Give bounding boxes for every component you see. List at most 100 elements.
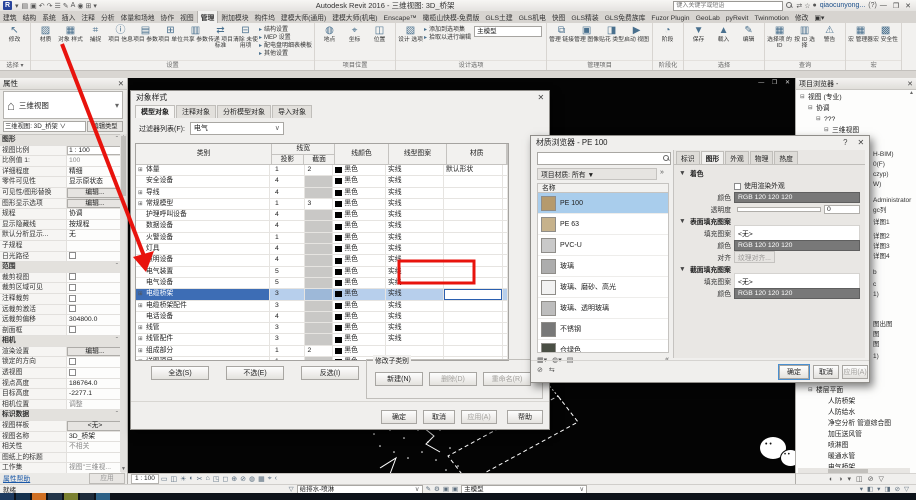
material-property-row[interactable]: 颜色 RGB 120 120 120 <box>674 287 865 299</box>
help-menu[interactable]: (?) <box>868 2 877 9</box>
view-control-icon[interactable]: ▭ <box>161 475 168 483</box>
material-property-row[interactable]: 颜色 RGB 120 120 120 <box>674 191 865 203</box>
material-property-row[interactable]: 使用渲染外观 <box>674 179 865 191</box>
material-list-item[interactable]: 不锈钢 <box>538 319 668 340</box>
view-control-icon[interactable]: ◳ <box>213 475 220 483</box>
material-cell[interactable] <box>444 188 503 198</box>
toolbar-icon[interactable]: ◑ <box>838 476 842 483</box>
property-row[interactable]: 视图样板 <无> <box>0 421 121 432</box>
help-search-input[interactable] <box>673 1 783 11</box>
ribbon-button[interactable]: ▦ 选择项 的 ID <box>767 24 792 49</box>
expand-icon[interactable]: ⊞ <box>138 255 146 265</box>
property-row[interactable]: 图形 <box>0 135 121 146</box>
view-selector[interactable]: 三维视图: 3D_桥架 ∨ <box>3 121 86 132</box>
filter-dropdown[interactable]: 电气∨ <box>190 122 284 135</box>
material-browser-titlebar[interactable]: 材质浏览器 - PE 100 ? ✕ <box>531 136 869 149</box>
status-bar-icon[interactable]: ✎ <box>426 485 431 493</box>
ribbon-tab[interactable]: 注释 <box>78 11 98 23</box>
view-control-icon[interactable]: ‹ <box>275 475 277 483</box>
object-style-row[interactable]: 安全设备 4 黑色 实线 <box>136 176 508 187</box>
property-row[interactable]: 比例值 1: 100 <box>0 156 121 167</box>
expand-icon[interactable]: ⊞ <box>138 188 146 198</box>
expand-icon[interactable]: ⊞ <box>138 334 146 344</box>
expand-icon[interactable]: ⊞ <box>138 165 146 175</box>
ribbon-tab[interactable]: 建模大师(通用) <box>278 11 329 23</box>
property-row[interactable]: 范围 <box>0 262 121 273</box>
windows-taskbar[interactable] <box>0 493 916 500</box>
view-control-icon[interactable]: ◍ <box>249 475 255 483</box>
ribbon-button[interactable]: ◍ 地点 <box>317 24 342 43</box>
view-control-icon[interactable]: ⊘ <box>240 475 246 483</box>
search-icon[interactable] <box>663 155 670 162</box>
material-editor-tab[interactable]: 外观 <box>725 151 749 164</box>
expander-icon[interactable]: » <box>660 169 664 176</box>
material-cell[interactable] <box>444 267 503 277</box>
ok-button[interactable]: 确定 <box>779 365 809 379</box>
signed-in-user[interactable]: qiaocunyong... <box>820 2 866 9</box>
delete-subcategory-button[interactable]: 删除(D) <box>429 372 477 386</box>
property-row[interactable]: 详细程度 精细 <box>0 167 121 178</box>
help-button[interactable]: 帮助 <box>507 410 543 424</box>
toolbar-icon[interactable]: ✎ <box>63 2 69 10</box>
ribbon-group-caption[interactable]: 管理项目 <box>547 60 652 70</box>
material-list-item[interactable]: 仓绿色 <box>538 340 668 353</box>
ribbon-group-caption[interactable]: 设置 <box>31 60 314 70</box>
property-row[interactable]: 相机 <box>0 336 121 347</box>
property-row[interactable]: 默认分析显示... 无 <box>0 230 121 241</box>
property-row[interactable]: 裁剪视图 <box>0 273 121 284</box>
ribbon-tab[interactable]: GLS免费族库 <box>602 11 649 23</box>
ribbon-small-button[interactable]: ▸ 配电盘明细表模板 <box>259 42 312 50</box>
toolbar-icon[interactable]: ⇄ <box>796 2 802 10</box>
tree-item[interactable]: ⊟ 视图 (专业) <box>798 92 908 103</box>
expand-icon[interactable]: ⊞ <box>138 357 146 361</box>
select-all-button[interactable]: 全选(S) <box>151 366 209 380</box>
material-cell[interactable] <box>444 199 503 209</box>
tree-expand-icon[interactable]: ⊟ <box>808 103 816 114</box>
property-row[interactable]: 标识数据 <box>0 410 121 421</box>
apply-button[interactable]: 应用(A) <box>461 410 497 424</box>
material-cell[interactable] <box>444 278 503 288</box>
ribbon-button[interactable]: ▥ 按 ID 选择 <box>792 24 817 49</box>
object-style-row[interactable]: ⊞线管配件 3 黑色 实线 <box>136 334 508 345</box>
tree-expand-icon[interactable]: ⊟ <box>800 92 808 103</box>
toolbar-icon[interactable]: ▤ <box>22 2 29 10</box>
material-property-row[interactable]: 填充图案 <无> <box>674 275 865 287</box>
object-style-row[interactable]: ⊞照明设备 4 黑色 实线 <box>136 255 508 266</box>
material-list-item[interactable]: 玻璃、透明玻璃 <box>538 298 668 319</box>
property-row[interactable]: 锁定的方向 <box>0 357 121 368</box>
taskbar-item[interactable] <box>96 493 110 500</box>
property-row[interactable]: 规程 协调 <box>0 209 121 220</box>
material-search-input[interactable] <box>538 154 663 163</box>
status-bar-icon[interactable]: ◧ <box>867 485 873 493</box>
ribbon-tab[interactable]: 视图 <box>177 11 197 23</box>
dialog-close-icon[interactable]: ✕ <box>529 93 544 102</box>
property-row[interactable]: 视图比例 1 : 100 <box>0 146 121 157</box>
ribbon-small-button[interactable]: ▸ 添加到选项集 <box>424 26 471 34</box>
material-cell[interactable] <box>444 233 503 243</box>
material-cell[interactable] <box>444 255 503 265</box>
close-button[interactable]: ✕ <box>905 2 911 10</box>
tree-expand-icon[interactable]: ⊟ <box>816 114 824 125</box>
taskbar-item[interactable] <box>64 493 78 500</box>
ribbon-tab[interactable]: Twinmotion <box>751 14 791 23</box>
ribbon-button[interactable]: ▲ 载入 <box>711 24 736 43</box>
material-cell[interactable] <box>444 244 503 254</box>
ribbon-button[interactable]: ◔ 阶段 <box>655 24 680 43</box>
ribbon-group-caption[interactable]: 查询 <box>765 60 845 70</box>
ribbon-group-caption[interactable]: 项目位置 <box>315 60 395 70</box>
tree-item[interactable]: ⊟ 楼层平面 <box>798 385 914 396</box>
cancel-button[interactable]: 取消 <box>813 365 839 379</box>
material-cell[interactable] <box>444 176 503 186</box>
material-property-row[interactable]: ▼ 着色 <box>674 167 865 179</box>
toolbar-icon[interactable]: ↶ <box>39 2 45 10</box>
object-styles-tab[interactable]: 分析模型对象 <box>217 105 271 118</box>
cancel-button[interactable]: 取消 <box>423 410 455 424</box>
property-row[interactable]: 日光路径 <box>0 252 121 263</box>
material-list-item[interactable]: PVC-U <box>538 235 668 256</box>
object-style-row[interactable]: 电气设备 5 黑色 实线 <box>136 278 508 289</box>
material-cell[interactable] <box>444 210 503 220</box>
material-editor-tab[interactable]: 标识 <box>676 151 700 164</box>
toolbar-icon[interactable]: A <box>71 2 76 10</box>
taskbar-item[interactable] <box>48 493 62 500</box>
taskbar-item[interactable] <box>16 493 30 500</box>
